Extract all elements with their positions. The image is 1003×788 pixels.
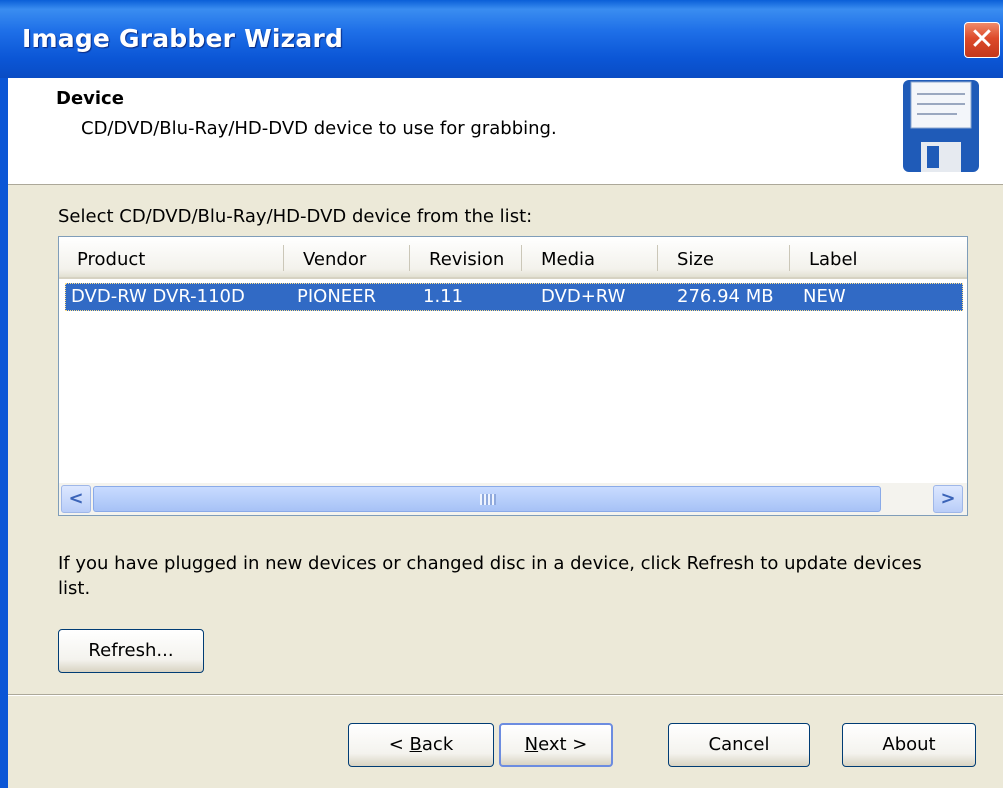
page-subtitle: CD/DVD/Blu-Ray/HD-DVD device to use for …	[81, 118, 557, 139]
cell-revision: 1.11	[423, 286, 464, 307]
column-vendor[interactable]: Vendor	[303, 249, 366, 270]
column-separator[interactable]	[789, 245, 790, 271]
refresh-label: Refresh...	[88, 640, 174, 661]
horizontal-scrollbar[interactable]: < >	[59, 483, 967, 515]
back-prefix: <	[388, 734, 410, 755]
footer-divider	[8, 694, 1003, 696]
window-title: Image Grabber Wizard	[22, 24, 344, 53]
back-label: ack	[421, 734, 454, 755]
column-label[interactable]: Label	[809, 249, 858, 270]
column-revision[interactable]: Revision	[429, 249, 504, 270]
refresh-button[interactable]: Refresh...	[58, 629, 204, 673]
close-icon: ✕	[969, 22, 995, 57]
scroll-right-button[interactable]: >	[933, 485, 963, 513]
column-separator[interactable]	[657, 245, 658, 271]
back-button[interactable]: < Back	[348, 723, 494, 767]
cell-size: 276.94 MB	[677, 286, 774, 307]
device-row[interactable]: DVD-RW DVR-110D PIONEER 1.11 DVD+RW 276.…	[65, 283, 963, 311]
wizard-header: Device CD/DVD/Blu-Ray/HD-DVD device to u…	[8, 78, 1003, 185]
scrollbar-thumb[interactable]	[93, 486, 881, 512]
column-header: Product Vendor Revision Media Size Label	[59, 237, 967, 279]
cell-label: NEW	[803, 286, 846, 307]
cell-media: DVD+RW	[541, 286, 626, 307]
about-label: About	[882, 734, 936, 755]
wizard-window: Image Grabber Wizard ✕ Device CD/DVD/Blu…	[0, 0, 1003, 788]
cell-product: DVD-RW DVR-110D	[71, 286, 245, 307]
back-mnemonic: B	[409, 734, 422, 755]
chevron-left-icon: <	[68, 488, 84, 509]
refresh-hint: If you have plugged in new devices or ch…	[58, 553, 922, 599]
next-label: ext >	[538, 734, 588, 755]
cancel-button[interactable]: Cancel	[668, 723, 810, 767]
column-separator[interactable]	[409, 245, 410, 271]
next-button[interactable]: Next >	[499, 723, 613, 767]
column-product[interactable]: Product	[77, 249, 145, 270]
chevron-right-icon: >	[940, 488, 956, 509]
device-list-label: Select CD/DVD/Blu-Ray/HD-DVD device from…	[58, 206, 533, 227]
device-list[interactable]: Product Vendor Revision Media Size Label…	[58, 236, 968, 516]
column-media[interactable]: Media	[541, 249, 595, 270]
next-mnemonic: N	[524, 734, 539, 755]
page-title: Device	[56, 88, 124, 109]
grip-icon	[480, 494, 496, 505]
title-bar[interactable]: Image Grabber Wizard ✕	[0, 0, 1003, 78]
window-border	[0, 78, 8, 788]
scroll-left-button[interactable]: <	[61, 485, 91, 513]
floppy-disk-icon	[903, 80, 979, 172]
cancel-label: Cancel	[708, 734, 770, 755]
column-separator[interactable]	[283, 245, 284, 271]
column-separator[interactable]	[521, 245, 522, 271]
cell-vendor: PIONEER	[297, 286, 377, 307]
about-button[interactable]: About	[842, 723, 976, 767]
close-button[interactable]: ✕	[964, 22, 1000, 58]
column-size[interactable]: Size	[677, 249, 714, 270]
